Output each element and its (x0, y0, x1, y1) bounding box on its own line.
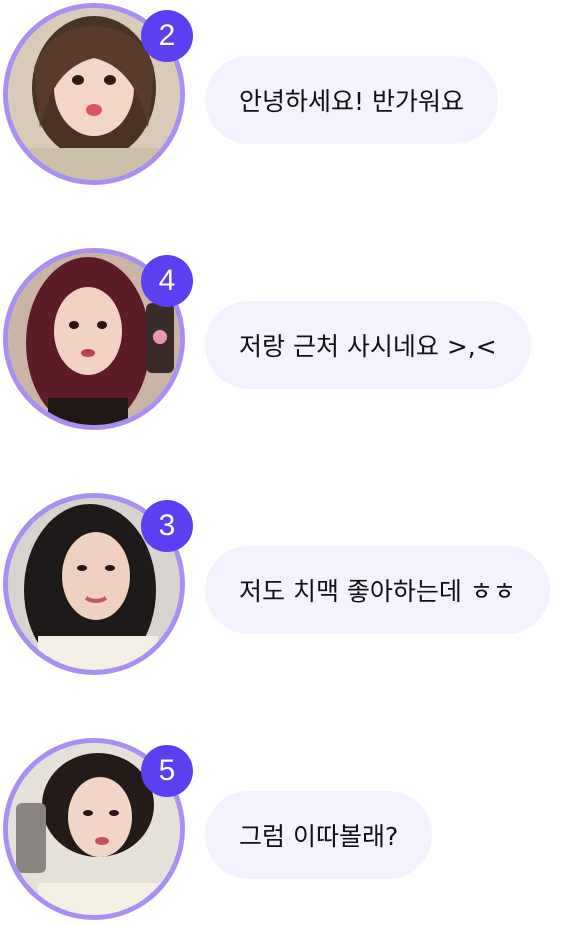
unread-count-badge: 4 (141, 255, 193, 307)
chat-row[interactable]: 3 저도 치맥 좋아하는데 ㅎㅎ (0, 490, 561, 680)
chat-row[interactable]: 5 그럼 이따볼래? (0, 735, 561, 925)
chat-row[interactable]: 2 안녕하세요! 반가워요 (0, 0, 561, 190)
chat-message-list: 2 안녕하세요! 반가워요 4 저랑 근처 사시네요 >,< 3 저도 치맥 좋… (0, 0, 561, 920)
unread-count-badge: 2 (141, 10, 193, 62)
message-bubble[interactable]: 저랑 근처 사시네요 >,< (205, 301, 531, 389)
message-bubble[interactable]: 그럼 이따볼래? (205, 791, 433, 879)
chat-row[interactable]: 4 저랑 근처 사시네요 >,< (0, 245, 561, 435)
message-bubble[interactable]: 안녕하세요! 반가워요 (205, 56, 498, 144)
unread-count-badge: 5 (141, 745, 193, 797)
unread-count-badge: 3 (141, 500, 193, 552)
message-bubble[interactable]: 저도 치맥 좋아하는데 ㅎㅎ (205, 546, 550, 634)
